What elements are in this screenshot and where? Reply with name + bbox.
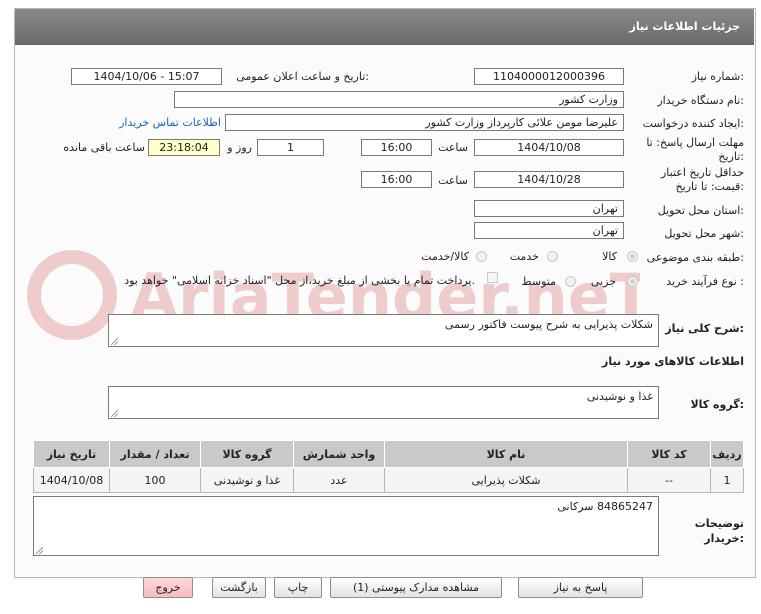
cell-need-date: 1404/10/08: [33, 467, 110, 493]
creator-label: ایجاد کننده درخواست:: [642, 117, 744, 130]
reply-button[interactable]: پاسخ به نیاز: [518, 577, 643, 598]
purchase-radio-minor[interactable]: [627, 276, 638, 287]
buyer-contact-link[interactable]: اطلاعات تماس خریدار: [119, 116, 221, 129]
treasury-payment-note: پرداخت تمام یا بخشی از مبلغ خرید،از محل …: [124, 274, 475, 287]
buyer-notes-textarea[interactable]: 84865247 سرکانی: [33, 496, 659, 556]
need-number-field: 1104000012000396: [474, 68, 624, 85]
panel-title-bar: جزئیات اطلاعات نیاز: [15, 9, 754, 45]
exit-button[interactable]: خروج: [143, 577, 193, 598]
buyer-org-field: وزارت کشور: [174, 91, 624, 108]
table-header-row: ردیف کد کالا نام کالا واحد شمارش گروه کا…: [33, 440, 744, 468]
table-row: 1 -- شکلات پذیرایی عدد غذا و نوشیدنی 100…: [33, 467, 744, 493]
goods-group-text: غذا و نوشیدنی: [586, 390, 653, 403]
remaining-time-field: 23:18:04: [148, 139, 220, 156]
goods-table: ردیف کد کالا نام کالا واحد شمارش گروه کا…: [33, 440, 744, 493]
announce-datetime-field: 1404/10/06 - 15:07: [71, 68, 222, 85]
reply-date-field: 1404/10/08: [474, 139, 624, 156]
price-validity-time-field: 16:00: [361, 171, 432, 188]
price-validity-time-label: ساعت: [438, 174, 468, 187]
category-label: طبقه بندی موضوعی:: [646, 251, 744, 264]
col-header-row-number: ردیف: [710, 440, 744, 468]
delivery-city-label: شهر محل تحویل:: [664, 227, 744, 240]
goods-group-label: گروه کالا:: [690, 398, 744, 411]
print-button[interactable]: چاپ: [274, 577, 322, 598]
category-radio-goods-service[interactable]: [476, 251, 487, 262]
remaining-time-label: ساعت باقی مانده: [63, 141, 145, 154]
cell-unit: عدد: [293, 467, 385, 493]
cell-row-number: 1: [710, 467, 744, 493]
need-number-label: شماره نیاز:: [691, 70, 744, 83]
treasury-payment-checkbox[interactable]: [487, 272, 498, 283]
buyer-notes-text: 84865247 سرکانی: [557, 500, 653, 513]
view-attachments-button[interactable]: مشاهده مدارک پیوستی (1): [330, 577, 502, 598]
purchase-option-medium: متوسط: [521, 275, 556, 288]
category-radio-goods[interactable]: [627, 251, 638, 262]
reply-deadline-label-2: تاریخ:: [718, 150, 744, 163]
resize-grip-icon[interactable]: [111, 338, 118, 345]
reply-time-field: 16:00: [361, 139, 432, 156]
creator-field: علیرضا مومن علائی کارپرداز وزارت کشور: [225, 114, 624, 131]
price-validity-label-2: قیمت: تا تاریخ:: [675, 180, 744, 193]
resize-grip-icon[interactable]: [36, 547, 43, 554]
col-header-item-group: گروه کالا: [200, 440, 294, 468]
panel-title: جزئیات اطلاعات نیاز: [629, 20, 741, 33]
buyer-notes-label-2: خریدار:: [704, 532, 744, 545]
back-button[interactable]: بازگشت: [212, 577, 266, 598]
remaining-days-field: 1: [257, 139, 324, 156]
announce-datetime-label: تاریخ و ساعت اعلان عمومی:: [236, 70, 369, 83]
category-option-service: خدمت: [509, 250, 539, 263]
category-radio-service[interactable]: [547, 251, 558, 262]
purchase-type-label: نوع فرآیند خرید :: [666, 275, 744, 288]
goods-group-textarea[interactable]: غذا و نوشیدنی: [108, 386, 659, 419]
cell-quantity: 100: [109, 467, 201, 493]
buyer-org-label: نام دستگاه خریدار:: [657, 94, 744, 107]
description-textarea[interactable]: شکلات پذیرایی به شرح پیوست فاکتور رسمی: [108, 314, 659, 347]
reply-time-label: ساعت: [438, 141, 468, 154]
reply-deadline-label: مهلت ارسال پاسخ: تا: [646, 136, 744, 149]
price-validity-label: حداقل تاریخ اعتبار: [660, 166, 744, 179]
delivery-province-field: تهران: [474, 200, 624, 217]
remaining-days-label: روز و: [227, 141, 252, 154]
goods-section-title: اطلاعات کالاهای مورد نیاز: [602, 355, 744, 368]
price-validity-date-field: 1404/10/28: [474, 171, 624, 188]
category-option-goods: کالا: [602, 250, 617, 263]
cell-item-code: --: [627, 467, 711, 493]
description-text: شکلات پذیرایی به شرح پیوست فاکتور رسمی: [444, 318, 653, 331]
description-label: شرح کلی نیاز:: [665, 322, 744, 335]
col-header-quantity: تعداد / مقدار: [109, 440, 201, 468]
delivery-province-label: استان محل تحویل:: [657, 204, 744, 217]
purchase-option-minor: جزیی: [590, 275, 616, 288]
category-option-goods-service: کالا/خدمت: [421, 250, 469, 263]
col-header-item-code: کد کالا: [627, 440, 711, 468]
buyer-notes-label: توضیحات: [694, 517, 744, 530]
col-header-unit: واحد شمارش: [293, 440, 385, 468]
col-header-need-date: تاریخ نیاز: [33, 440, 110, 468]
delivery-city-field: تهران: [474, 222, 624, 239]
resize-grip-icon[interactable]: [111, 410, 118, 417]
cell-item-group: غذا و نوشیدنی: [200, 467, 294, 493]
cell-item-name: شکلات پذیرایی: [384, 467, 628, 493]
col-header-item-name: نام کالا: [384, 440, 628, 468]
purchase-radio-medium[interactable]: [565, 276, 576, 287]
